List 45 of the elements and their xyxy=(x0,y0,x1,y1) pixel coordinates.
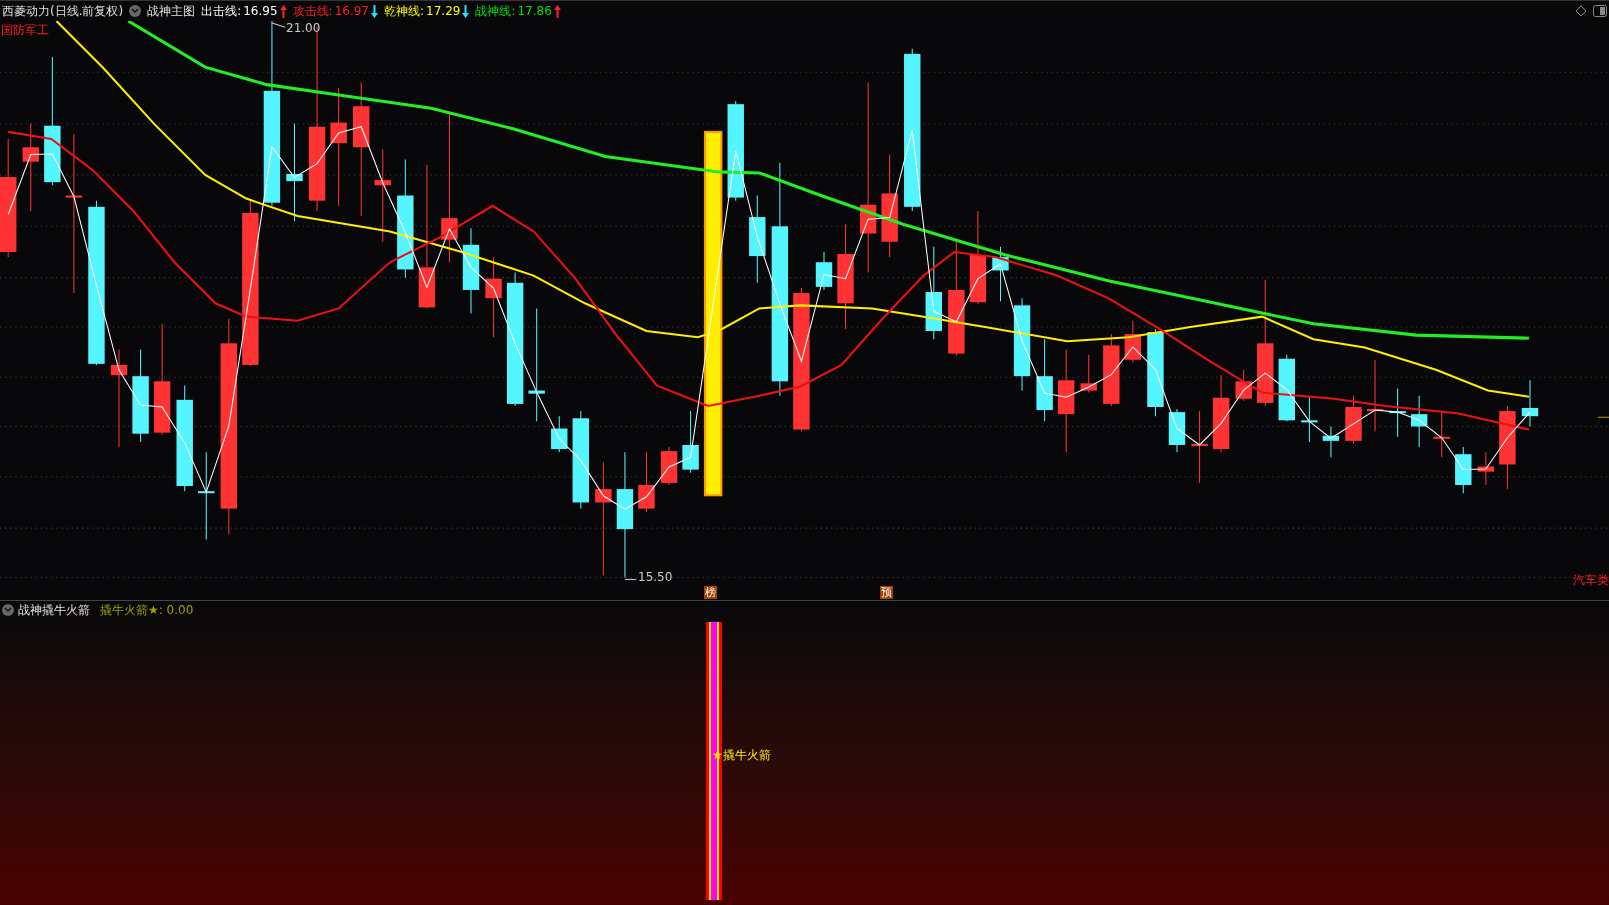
diamond-icon[interactable] xyxy=(1575,5,1587,17)
line-label: 战神线: xyxy=(475,3,516,20)
line-value: 17.29 xyxy=(426,3,461,20)
candlestick xyxy=(1124,320,1142,364)
candlestick xyxy=(1235,369,1252,402)
sector-tag: 国防军工 xyxy=(1,21,49,39)
indicator-name: 战神主图 xyxy=(147,3,196,20)
candlestick xyxy=(1521,379,1539,427)
candlestick xyxy=(1345,395,1362,445)
candlestick xyxy=(1322,425,1340,458)
candlestick xyxy=(815,251,833,291)
candlestick xyxy=(992,246,1009,302)
collapse-icon[interactable] xyxy=(129,5,142,17)
sector-tag: 汽车类 xyxy=(1573,571,1609,589)
indicator-name: 战神撬牛火箭 xyxy=(18,602,90,619)
candlestick xyxy=(682,410,699,474)
signal-marker: 预 xyxy=(880,586,893,599)
candlestick xyxy=(1477,451,1495,486)
collapse-icon[interactable] xyxy=(2,604,14,616)
candlestick xyxy=(551,415,568,453)
signal-marker: 榜 xyxy=(704,586,717,599)
line-label: 乾神线: xyxy=(384,3,425,20)
candlestick xyxy=(1168,408,1186,453)
stock-title: 西菱动力(日线.前复权) xyxy=(2,3,124,20)
line-value: 17.86 xyxy=(517,3,552,20)
candlestick xyxy=(1080,354,1097,394)
leader-line xyxy=(271,22,286,28)
high-price-label: 21.00 xyxy=(286,20,321,37)
candlestick xyxy=(1433,410,1450,458)
low-price-label: 15.50 xyxy=(638,569,673,586)
candlestick xyxy=(1278,354,1295,422)
candlestick xyxy=(1389,388,1406,438)
indicator-reading: 撬牛火箭★: 0.00 xyxy=(100,602,194,619)
candlestick xyxy=(1410,395,1428,448)
candlestick xyxy=(1455,446,1472,494)
candlestick xyxy=(660,446,678,486)
candlestick xyxy=(638,451,655,513)
candlestick xyxy=(1301,395,1318,443)
line-value: 16.97 xyxy=(334,3,369,20)
leader-line xyxy=(624,578,637,580)
line-label: 攻击线: xyxy=(292,3,333,20)
price-tick xyxy=(1597,416,1609,418)
panel-toggle-icon[interactable] xyxy=(1593,5,1607,17)
line-value: 16.95 xyxy=(243,3,278,20)
line-label: 出击线: xyxy=(201,3,242,20)
